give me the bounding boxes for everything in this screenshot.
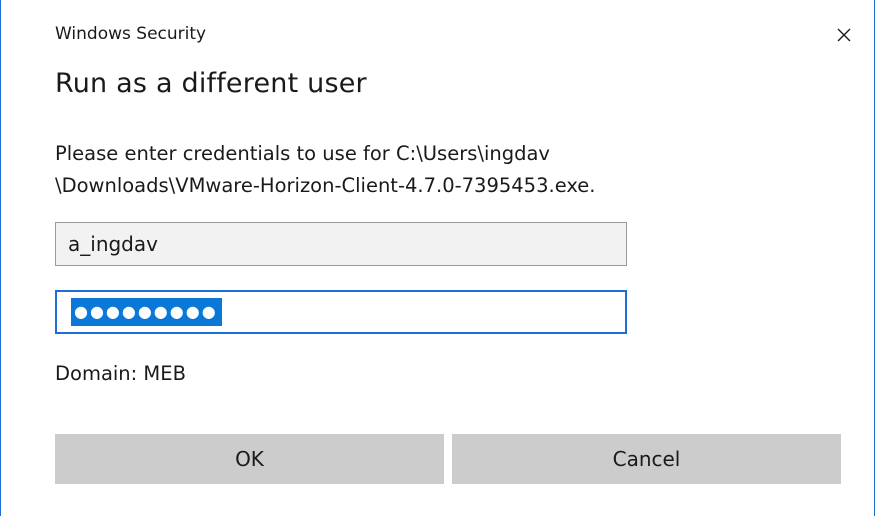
windows-security-dialog: Windows Security Run as a different user… xyxy=(0,0,875,516)
window-caption: Windows Security xyxy=(55,24,207,44)
dialog-heading: Run as a different user xyxy=(55,68,367,99)
ok-button-label: OK xyxy=(235,447,264,471)
username-value: a_ingdav xyxy=(68,232,158,256)
password-masked-value: ●●●●●●●●● xyxy=(71,298,222,326)
cancel-button-label: Cancel xyxy=(612,447,681,471)
ok-button[interactable]: OK xyxy=(55,434,444,484)
dialog-message: Please enter credentials to use for C:\U… xyxy=(55,138,845,202)
close-button[interactable] xyxy=(827,18,861,52)
password-field[interactable]: ●●●●●●●●● xyxy=(55,290,627,334)
message-line-2: \Downloads\VMware-Horizon-Client-4.7.0-7… xyxy=(55,174,596,197)
username-field[interactable]: a_ingdav xyxy=(55,222,627,266)
cancel-button[interactable]: Cancel xyxy=(452,434,841,484)
domain-label: Domain: MEB xyxy=(55,362,186,385)
message-line-1: Please enter credentials to use for C:\U… xyxy=(55,142,550,165)
close-icon xyxy=(837,28,851,42)
